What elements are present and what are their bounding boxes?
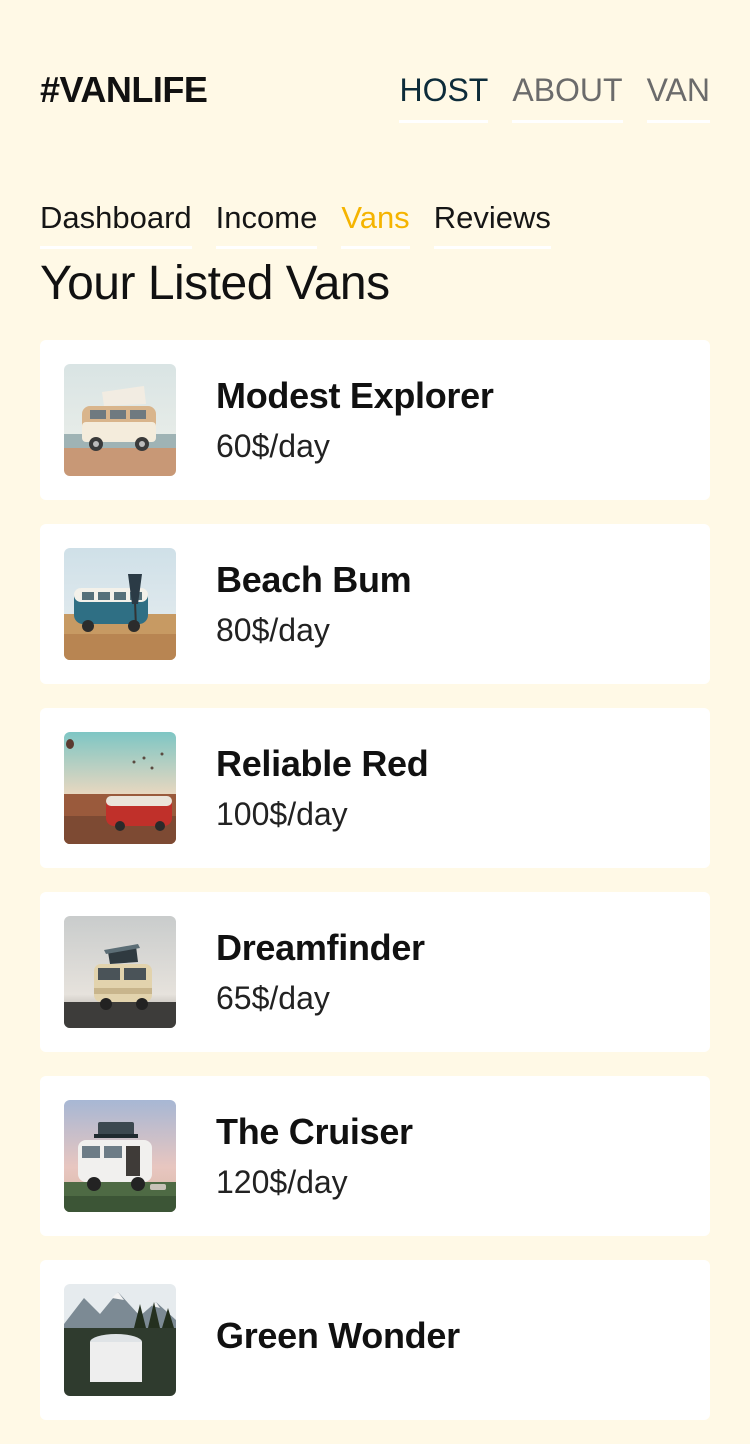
host-nav: Dashboard Income Vans Reviews <box>40 190 551 249</box>
site-header: #VANLIFE HOST ABOUT VAN <box>40 60 710 123</box>
van-name: Beach Bum <box>216 559 412 600</box>
van-image <box>64 732 176 844</box>
nav-link-about[interactable]: ABOUT <box>512 60 623 123</box>
nav-link-host[interactable]: HOST <box>399 60 489 123</box>
van-name: Modest Explorer <box>216 375 494 416</box>
van-price: 60$/day <box>216 428 330 464</box>
van-image <box>64 364 176 476</box>
mountain-van-photo <box>64 1284 176 1396</box>
host-nav-dashboard[interactable]: Dashboard <box>40 190 192 249</box>
host-nav-reviews[interactable]: Reviews <box>433 190 551 249</box>
van-price: 120$/day <box>216 1164 348 1200</box>
van-info: Beach Bum 80$/day <box>216 558 412 650</box>
main-nav: HOST ABOUT VAN <box>399 60 710 123</box>
van-name: Reliable Red <box>216 743 429 784</box>
nav-link-van[interactable]: VAN <box>646 60 710 123</box>
site-logo[interactable]: #VANLIFE <box>40 60 208 120</box>
red-van-photo <box>64 732 176 844</box>
van-name: The Cruiser <box>216 1111 413 1152</box>
van-info: Reliable Red 100$/day <box>216 742 429 834</box>
page-title: Your Listed Vans <box>40 257 390 310</box>
van-info: Modest Explorer 60$/day <box>216 374 494 466</box>
van-price: 80$/day <box>216 612 330 648</box>
van-info: Green Wonder <box>216 1314 460 1366</box>
van-image <box>64 548 176 660</box>
van-info: The Cruiser 120$/day <box>216 1110 413 1202</box>
blue-van-photo <box>64 548 176 660</box>
van-image <box>64 1100 176 1212</box>
white-van-photo <box>64 1100 176 1212</box>
cream-van-photo <box>64 916 176 1028</box>
van-card-the-cruiser[interactable]: The Cruiser 120$/day <box>40 1076 710 1236</box>
van-list: Modest Explorer 60$/day Beach Bum 80$/da… <box>40 340 710 1444</box>
van-name: Green Wonder <box>216 1315 460 1356</box>
van-card-modest-explorer[interactable]: Modest Explorer 60$/day <box>40 340 710 500</box>
van-price: 100$/day <box>216 796 348 832</box>
van-info: Dreamfinder 65$/day <box>216 926 425 1018</box>
van-card-reliable-red[interactable]: Reliable Red 100$/day <box>40 708 710 868</box>
beige-van-photo <box>64 364 176 476</box>
van-card-beach-bum[interactable]: Beach Bum 80$/day <box>40 524 710 684</box>
van-image <box>64 1284 176 1396</box>
van-card-green-wonder[interactable]: Green Wonder <box>40 1260 710 1420</box>
host-nav-income[interactable]: Income <box>215 190 318 249</box>
van-price: 65$/day <box>216 980 330 1016</box>
host-nav-vans[interactable]: Vans <box>341 190 410 249</box>
van-image <box>64 916 176 1028</box>
van-name: Dreamfinder <box>216 927 425 968</box>
van-card-dreamfinder[interactable]: Dreamfinder 65$/day <box>40 892 710 1052</box>
